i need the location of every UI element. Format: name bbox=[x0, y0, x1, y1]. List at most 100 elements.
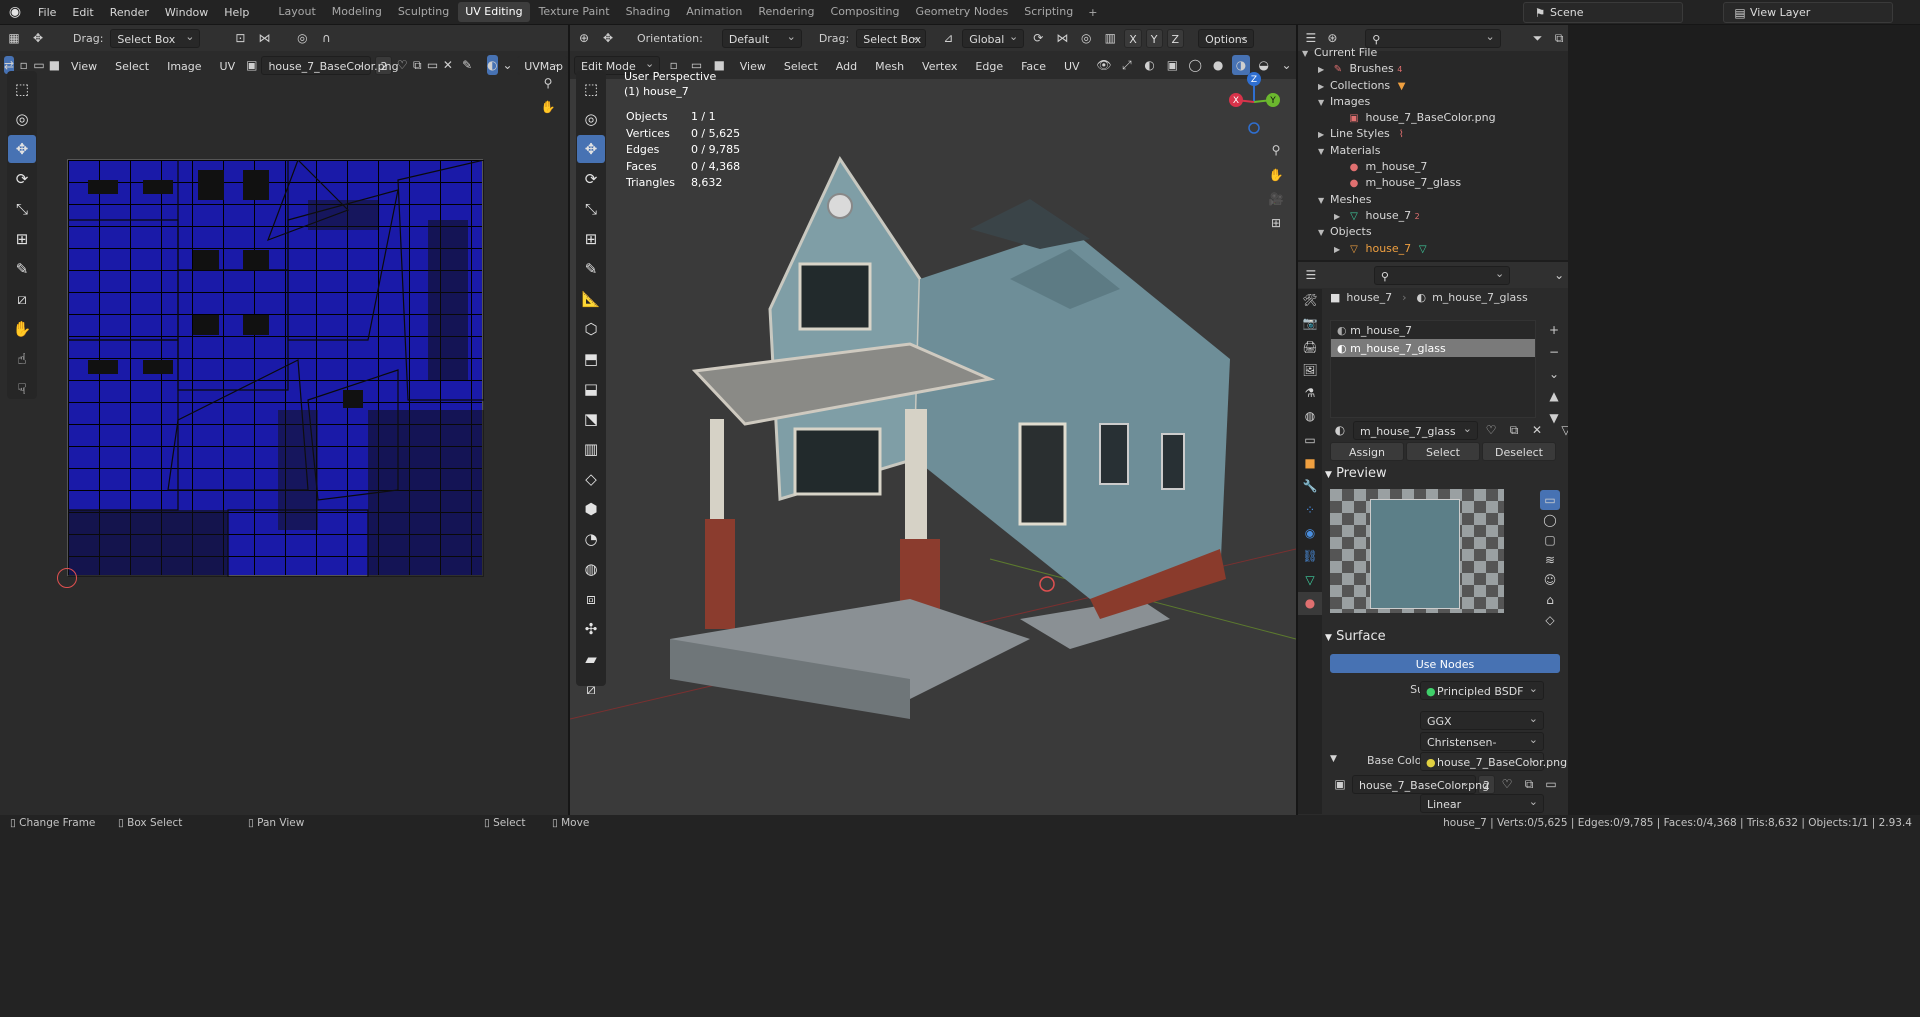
uv-menu-view[interactable]: View bbox=[64, 56, 104, 75]
preview-cloth-icon[interactable]: ⌂ bbox=[1540, 590, 1560, 610]
shading-wire-icon[interactable]: ◯ bbox=[1186, 55, 1205, 75]
properties-search[interactable]: ⚲ bbox=[1373, 264, 1511, 285]
scene-tab-icon[interactable]: ⚗ bbox=[1298, 382, 1322, 405]
outliner-item-object[interactable]: ▶ ▽ house_7 ▽ bbox=[1302, 241, 1566, 257]
world-tab-icon[interactable]: ◍ bbox=[1298, 405, 1322, 428]
material-tab-icon[interactable]: ● bbox=[1298, 591, 1322, 616]
view-layer-selector[interactable]: ▤ View Layer bbox=[1723, 2, 1893, 23]
add-slot-icon[interactable]: + bbox=[1544, 320, 1564, 340]
house-model[interactable] bbox=[570, 79, 1296, 815]
output-tab-icon[interactable]: 🖨 bbox=[1298, 336, 1322, 359]
uv-menu-select[interactable]: Select bbox=[108, 56, 156, 75]
mirror-x-toggle[interactable]: X bbox=[1124, 28, 1142, 48]
base-color-field[interactable]: ● house_7_BaseColor.png bbox=[1420, 750, 1567, 771]
menu-window[interactable]: Window bbox=[157, 0, 216, 25]
tab-layout[interactable]: Layout bbox=[271, 2, 322, 22]
material-browse-icon[interactable]: ◐ bbox=[1330, 420, 1350, 440]
transform-tool-icon[interactable]: ⊞ bbox=[8, 225, 36, 253]
tab-texture-paint[interactable]: Texture Paint bbox=[532, 2, 617, 22]
material-name-field[interactable]: m_house_7_glass bbox=[1353, 419, 1478, 440]
pin-icon[interactable]: ✎ bbox=[462, 55, 473, 75]
uv-menu-uv[interactable]: UV bbox=[213, 56, 243, 75]
link-type-icon[interactable]: ▽ bbox=[1556, 420, 1568, 440]
drag-mode-dropdown[interactable]: Select Box bbox=[110, 27, 201, 48]
move-tool-icon[interactable]: ✥ bbox=[598, 28, 618, 48]
surface-shader-field[interactable]: ● Principled BSDF bbox=[1420, 679, 1544, 700]
grab-tool-icon[interactable]: ✋ bbox=[8, 315, 36, 343]
tab-rendering[interactable]: Rendering bbox=[751, 2, 821, 22]
snap-icon[interactable]: ⋈ bbox=[254, 28, 274, 48]
tab-scripting[interactable]: Scripting bbox=[1017, 2, 1080, 22]
outliner-item-material[interactable]: ● m_house_7 bbox=[1302, 159, 1566, 175]
proportional-edit-icon[interactable]: ◎ bbox=[1076, 28, 1096, 48]
outliner-item-collections[interactable]: ▶ Collections ▼ bbox=[1302, 78, 1566, 94]
outliner-item-images[interactable]: ▼ Images bbox=[1302, 94, 1566, 110]
remove-slot-icon[interactable]: − bbox=[1544, 342, 1564, 362]
uv-menu-image[interactable]: Image bbox=[160, 56, 208, 75]
image-name-field[interactable]: house_7_BaseColor.png bbox=[1352, 773, 1489, 794]
rotate-tool-icon[interactable]: ⟳ bbox=[8, 165, 36, 193]
rip-tool-icon[interactable]: ⧄ bbox=[8, 285, 36, 313]
vp-menu-face[interactable]: Face bbox=[1014, 56, 1053, 75]
face-select-icon[interactable]: ■ bbox=[49, 55, 60, 75]
outliner-item-materials[interactable]: ▼ Materials bbox=[1302, 143, 1566, 159]
relax-tool-icon[interactable]: ☝ bbox=[8, 345, 36, 373]
preview-hair-icon[interactable]: ≋ bbox=[1540, 550, 1560, 570]
orientation-dropdown[interactable]: Default bbox=[721, 27, 802, 48]
particles-tab-icon[interactable]: ⁘ bbox=[1298, 499, 1322, 522]
collection-tab-icon[interactable]: ▭ bbox=[1298, 429, 1322, 452]
select-box-tool-icon[interactable]: ⬚ bbox=[8, 75, 36, 103]
tab-compositing[interactable]: Compositing bbox=[824, 2, 907, 22]
outliner-root[interactable]: ▼ Current File bbox=[1302, 45, 1566, 61]
slot-menu-icon[interactable]: ⌄ bbox=[1544, 364, 1564, 384]
editor-type-icon[interactable]: ☰ bbox=[1302, 265, 1320, 285]
open-image-icon[interactable]: ▭ bbox=[427, 55, 438, 75]
outliner-item-mesh[interactable]: ▶ ▽ house_7 2 bbox=[1302, 208, 1566, 224]
proportional-edit-icon[interactable]: ◎ bbox=[292, 28, 312, 48]
tool-tab-icon[interactable]: 🛠 bbox=[1298, 289, 1322, 312]
editor-type-icon[interactable]: ▦ bbox=[4, 28, 24, 48]
data-tab-icon[interactable]: ▽ bbox=[1298, 569, 1322, 592]
select-button[interactable]: Select bbox=[1406, 442, 1480, 461]
menu-edit[interactable]: Edit bbox=[64, 0, 101, 25]
vp-menu-view[interactable]: View bbox=[733, 56, 773, 75]
distribution-dropdown[interactable]: GGX bbox=[1420, 709, 1544, 730]
pivot-icon[interactable]: ⟳ bbox=[1028, 28, 1048, 48]
preview-monkey-icon[interactable]: ☺ bbox=[1540, 570, 1560, 590]
mirror-z-toggle[interactable]: Z bbox=[1166, 28, 1185, 48]
assign-button[interactable]: Assign bbox=[1330, 442, 1404, 461]
modifier-tab-icon[interactable]: 🔧 bbox=[1298, 475, 1322, 498]
pan-icon[interactable]: ✋ bbox=[538, 97, 558, 117]
move-tool-icon[interactable]: ✥ bbox=[8, 135, 36, 163]
blender-logo-icon[interactable]: ◉ bbox=[0, 4, 30, 20]
fake-user-icon[interactable]: ♡ bbox=[1481, 420, 1501, 440]
gizmo-toggle-icon[interactable]: ⤢ bbox=[1117, 55, 1136, 75]
preview-sphere-icon[interactable]: ◯ bbox=[1540, 510, 1560, 530]
tab-uv-editing[interactable]: UV Editing bbox=[458, 2, 530, 22]
new-image-icon[interactable]: ⧉ bbox=[412, 55, 423, 75]
uv-canvas[interactable] bbox=[67, 159, 484, 577]
cursor-tool-icon[interactable]: ◎ bbox=[8, 105, 36, 133]
overlay-icon[interactable]: ◐ bbox=[1140, 55, 1159, 75]
new-image-icon[interactable]: ⧉ bbox=[1519, 774, 1539, 794]
outliner-item-brushes[interactable]: ▶ ✎ Brushes 4 bbox=[1302, 61, 1566, 77]
material-slot-active[interactable]: ◐ m_house_7_glass bbox=[1331, 339, 1535, 357]
preview-panel-header[interactable]: ▼ Preview bbox=[1325, 466, 1387, 481]
surface-panel-header[interactable]: ▼ Surface bbox=[1325, 629, 1386, 644]
unlink-image-icon[interactable]: ✕ bbox=[442, 55, 453, 75]
preview-cube-icon[interactable]: ▢ bbox=[1540, 530, 1560, 550]
physics-tab-icon[interactable]: ◉ bbox=[1298, 522, 1322, 545]
vp-menu-add[interactable]: Add bbox=[829, 56, 864, 75]
preview-fluid-icon[interactable]: ◇ bbox=[1540, 610, 1560, 630]
annotate-tool-icon[interactable]: ✎ bbox=[8, 255, 36, 283]
options-chevron-icon[interactable]: ⌄ bbox=[1550, 265, 1568, 285]
mirror-y-toggle[interactable]: Y bbox=[1145, 28, 1163, 48]
tab-sculpting[interactable]: Sculpting bbox=[391, 2, 456, 22]
scene-selector[interactable]: ⚑ Scene bbox=[1523, 2, 1683, 23]
deselect-button[interactable]: Deselect bbox=[1482, 442, 1556, 461]
uvmap-field[interactable]: UVMap bbox=[517, 54, 568, 75]
material-slot[interactable]: ◐ m_house_7 bbox=[1331, 321, 1535, 339]
vp-menu-select[interactable]: Select bbox=[777, 56, 825, 75]
tab-modeling[interactable]: Modeling bbox=[325, 2, 389, 22]
menu-file[interactable]: File bbox=[30, 0, 64, 25]
